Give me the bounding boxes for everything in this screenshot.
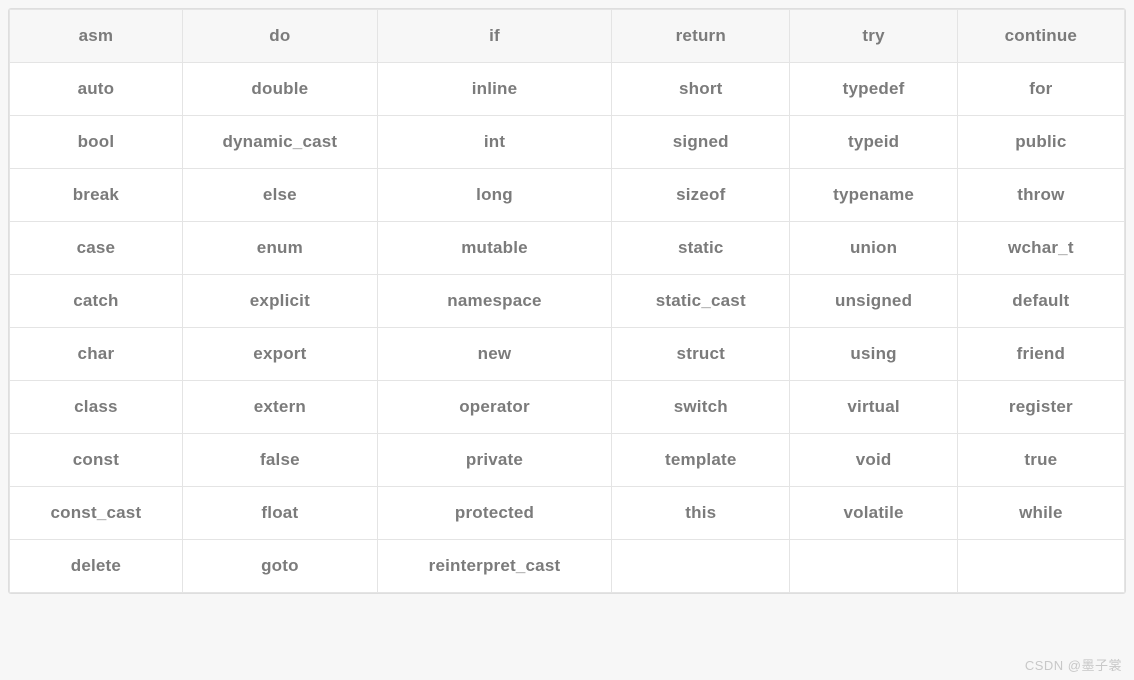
table-cell: new (377, 328, 611, 381)
table-cell: explicit (182, 275, 377, 328)
table-cell: volatile (790, 487, 957, 540)
table-cell: goto (182, 540, 377, 593)
table-cell (612, 540, 790, 593)
table-cell: class (10, 381, 183, 434)
table-cell: typename (790, 169, 957, 222)
table-cell: template (612, 434, 790, 487)
table-cell: throw (957, 169, 1124, 222)
table-cell: sizeof (612, 169, 790, 222)
table-cell: typeid (790, 116, 957, 169)
table-cell: dynamic_cast (182, 116, 377, 169)
table-cell: char (10, 328, 183, 381)
table-cell: void (790, 434, 957, 487)
table-cell: int (377, 116, 611, 169)
table-cell: bool (10, 116, 183, 169)
table-row: const_cast float protected this volatile… (10, 487, 1125, 540)
table-cell: long (377, 169, 611, 222)
table-row: auto double inline short typedef for (10, 63, 1125, 116)
table-row: bool dynamic_cast int signed typeid publ… (10, 116, 1125, 169)
table-row: break else long sizeof typename throw (10, 169, 1125, 222)
table-cell: mutable (377, 222, 611, 275)
table-cell: typedef (790, 63, 957, 116)
table-cell: using (790, 328, 957, 381)
table-cell: protected (377, 487, 611, 540)
table-cell: namespace (377, 275, 611, 328)
table-cell: else (182, 169, 377, 222)
table-cell: this (612, 487, 790, 540)
table-cell: while (957, 487, 1124, 540)
table-cell: short (612, 63, 790, 116)
table-cell: const_cast (10, 487, 183, 540)
table-cell: export (182, 328, 377, 381)
table-cell: signed (612, 116, 790, 169)
table-cell: friend (957, 328, 1124, 381)
watermark: CSDN @墨子裳 (1025, 655, 1122, 674)
table-cell: delete (10, 540, 183, 593)
table-cell: break (10, 169, 183, 222)
header-cell: return (612, 10, 790, 63)
table-cell: default (957, 275, 1124, 328)
header-cell: do (182, 10, 377, 63)
table-cell: const (10, 434, 183, 487)
table-row: const false private template void true (10, 434, 1125, 487)
table-cell: double (182, 63, 377, 116)
table-cell: wchar_t (957, 222, 1124, 275)
table-row: catch explicit namespace static_cast uns… (10, 275, 1125, 328)
table-header-row: asm do if return try continue (10, 10, 1125, 63)
header-cell: if (377, 10, 611, 63)
header-cell: try (790, 10, 957, 63)
table-cell (957, 540, 1124, 593)
table-cell: static (612, 222, 790, 275)
table-cell: virtual (790, 381, 957, 434)
header-cell: continue (957, 10, 1124, 63)
table-cell: inline (377, 63, 611, 116)
table-cell: register (957, 381, 1124, 434)
table-cell: for (957, 63, 1124, 116)
table-cell: reinterpret_cast (377, 540, 611, 593)
table-row: delete goto reinterpret_cast (10, 540, 1125, 593)
table-cell: public (957, 116, 1124, 169)
table-cell: false (182, 434, 377, 487)
table-cell: enum (182, 222, 377, 275)
table-cell: unsigned (790, 275, 957, 328)
table-cell: struct (612, 328, 790, 381)
keywords-table: asm do if return try continue auto doubl… (9, 9, 1125, 593)
table-cell: private (377, 434, 611, 487)
table-row: char export new struct using friend (10, 328, 1125, 381)
table-cell: auto (10, 63, 183, 116)
table-cell: case (10, 222, 183, 275)
table-cell: operator (377, 381, 611, 434)
table-row: case enum mutable static union wchar_t (10, 222, 1125, 275)
table-cell: catch (10, 275, 183, 328)
table-cell: switch (612, 381, 790, 434)
table-cell: union (790, 222, 957, 275)
table-cell (790, 540, 957, 593)
table-cell: true (957, 434, 1124, 487)
table-row: class extern operator switch virtual reg… (10, 381, 1125, 434)
table-cell: extern (182, 381, 377, 434)
table-cell: float (182, 487, 377, 540)
keywords-table-container: asm do if return try continue auto doubl… (8, 8, 1126, 594)
header-cell: asm (10, 10, 183, 63)
table-cell: static_cast (612, 275, 790, 328)
